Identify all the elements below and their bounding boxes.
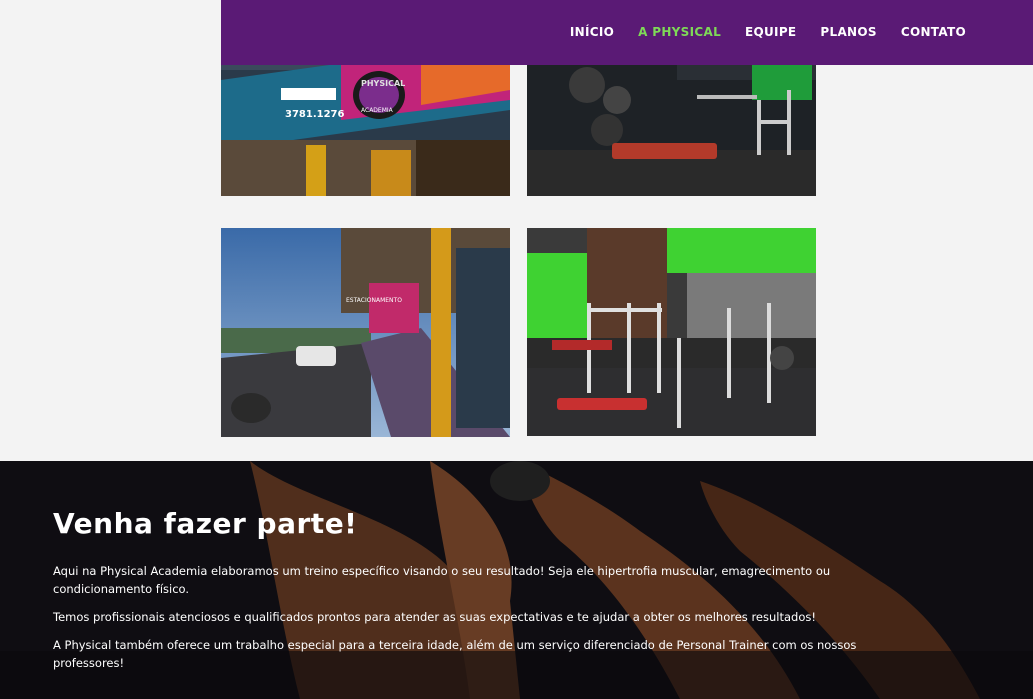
storefront-sign-sub: ACADEMIA [361, 107, 394, 114]
street-view-photo[interactable]: ESTACIONAMENTO [221, 228, 510, 437]
storefront-sign-brand: PHYSICAL [361, 79, 405, 88]
parking-sign-text: ESTACIONAMENTO [346, 297, 402, 304]
join-us-section: Venha fazer parte! Aqui na Physical Acad… [0, 461, 1033, 699]
nav-item-equipe[interactable]: EQUIPE [745, 25, 796, 39]
join-us-title: Venha fazer parte! [53, 507, 358, 540]
photo-gallery: 3781.1276 PHYSICAL ACADEMIA ESTACIONAMEN… [0, 0, 1033, 461]
nav-item-contato[interactable]: CONTATO [901, 25, 966, 39]
storefront-sign-phone: 3781.1276 [285, 109, 345, 120]
join-us-content: Venha fazer parte! Aqui na Physical Acad… [53, 507, 913, 682]
join-us-paragraph: Temos profissionais atenciosos e qualifi… [53, 610, 816, 624]
join-us-paragraph: A Physical também oferece um trabalho es… [53, 638, 857, 670]
nav-item-planos[interactable]: PLANOS [820, 25, 876, 39]
nav-item-a-physical[interactable]: A PHYSICAL [638, 25, 721, 39]
main-nav: INÍCIO A PHYSICAL EQUIPE PLANOS CONTATO [570, 25, 966, 39]
gym-equipment-photo[interactable] [527, 228, 816, 436]
join-us-paragraph: Aqui na Physical Academia elaboramos um … [53, 564, 831, 596]
nav-item-inicio[interactable]: INÍCIO [570, 25, 614, 39]
site-header: INÍCIO A PHYSICAL EQUIPE PLANOS CONTATO [221, 0, 1033, 65]
